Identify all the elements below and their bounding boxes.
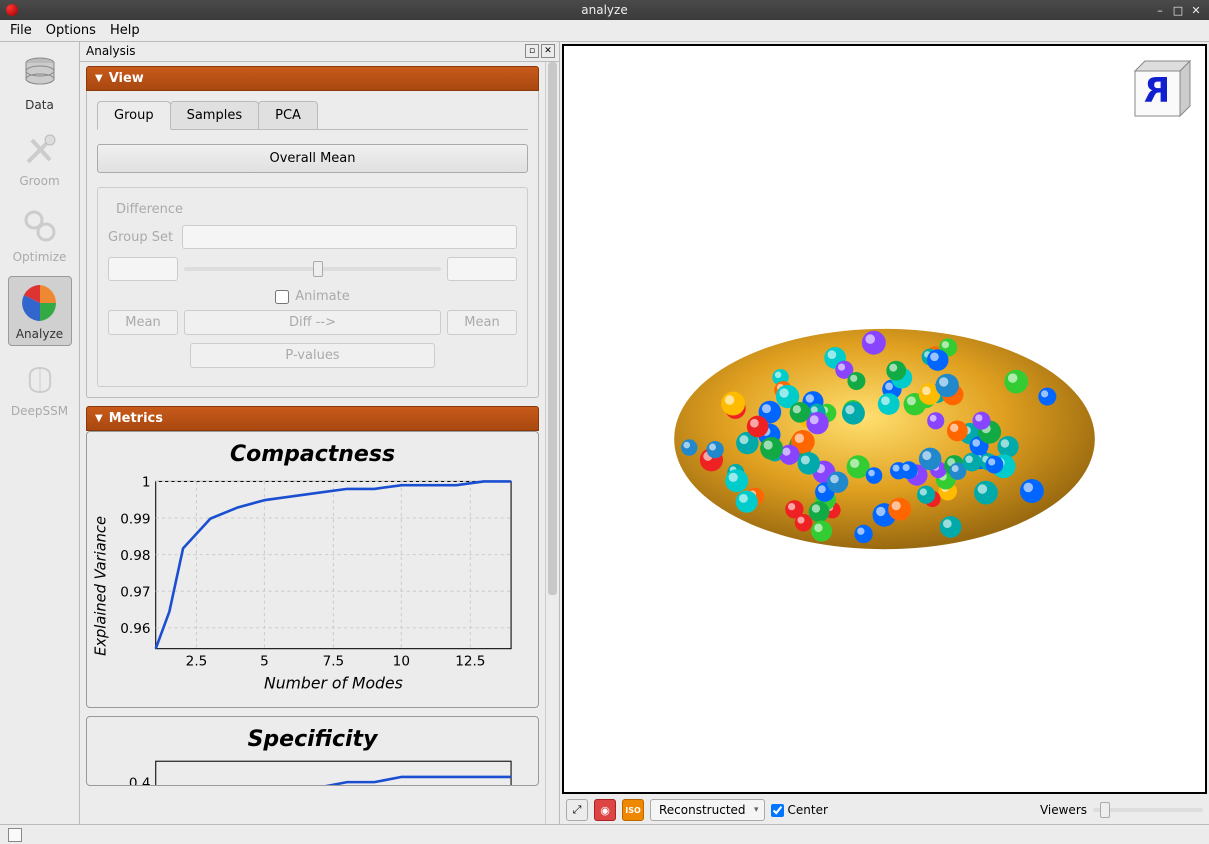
svg-text:0.99: 0.99 xyxy=(120,511,150,527)
chart-ylabel: Explained Variance xyxy=(93,516,110,656)
brain-icon xyxy=(16,358,64,402)
section-metrics-header[interactable]: ▼ Metrics xyxy=(86,406,539,431)
menu-options[interactable]: Options xyxy=(46,23,96,38)
tool-groom-label: Groom xyxy=(19,174,59,188)
menu-bar: File Options Help xyxy=(0,20,1209,42)
window-titlebar: analyze – □ ✕ xyxy=(0,0,1209,20)
svg-text:R: R xyxy=(1144,71,1170,111)
difference-legend: Difference xyxy=(112,202,187,217)
chart-specificity: Specificity 0.4 xyxy=(86,716,539,786)
tool-groom[interactable]: Groom xyxy=(8,124,72,192)
panel-title: Analysis xyxy=(86,44,135,58)
svg-text:7.5: 7.5 xyxy=(323,653,345,669)
chart-xlabel: Number of Modes xyxy=(264,673,403,692)
fit-view-button[interactable]: ⤢ xyxy=(566,799,588,821)
chart-specificity-plot: 0.4 xyxy=(93,756,532,786)
menu-file[interactable]: File xyxy=(10,23,32,38)
panel-scrollbar[interactable] xyxy=(545,62,559,824)
group-slider[interactable] xyxy=(184,257,441,281)
window-minimize-button[interactable]: – xyxy=(1153,3,1167,17)
chart-compactness: Compactness Explained Variance xyxy=(86,431,539,708)
viewers-slider[interactable] xyxy=(1093,798,1203,822)
mean-right-button[interactable]: Mean xyxy=(447,310,517,335)
viewport-3d[interactable]: R xyxy=(562,44,1207,794)
diff-button[interactable]: Diff --> xyxy=(184,310,441,335)
tab-samples[interactable]: Samples xyxy=(170,101,260,129)
svg-text:10: 10 xyxy=(393,653,410,669)
svg-text:12.5: 12.5 xyxy=(455,653,485,669)
status-bar xyxy=(0,824,1209,844)
center-label: Center xyxy=(788,803,828,817)
group-set-label: Group Set xyxy=(108,230,176,245)
gears-icon xyxy=(16,204,64,248)
svg-text:0.97: 0.97 xyxy=(120,584,150,600)
panel-close-button[interactable]: ✕ xyxy=(541,44,555,58)
status-icon xyxy=(8,828,22,842)
shape-mode-dropdown[interactable]: Reconstructed xyxy=(650,799,765,821)
panel-float-button[interactable]: ▫ xyxy=(525,44,539,58)
pvalues-button[interactable]: P-values xyxy=(190,343,435,368)
side-toolbar: Data Groom Optimize xyxy=(0,42,80,824)
tool-deepssm[interactable]: DeepSSM xyxy=(8,354,72,422)
tool-deepssm-label: DeepSSM xyxy=(11,404,68,418)
window-maximize-button[interactable]: □ xyxy=(1171,3,1185,17)
center-checkbox[interactable] xyxy=(771,804,784,817)
panel-header: Analysis ▫ ✕ xyxy=(80,42,559,62)
group-set-combo[interactable] xyxy=(182,225,517,249)
tab-pca[interactable]: PCA xyxy=(258,101,318,129)
pie-chart-icon xyxy=(16,281,64,325)
viewer-toolbar: ⤢ ◉ ISO Reconstructed Center Viewers xyxy=(560,796,1209,824)
svg-text:0.98: 0.98 xyxy=(120,548,150,564)
mean-left-button[interactable]: Mean xyxy=(108,310,178,335)
window-title: analyze xyxy=(581,3,627,17)
window-close-button[interactable]: ✕ xyxy=(1189,3,1203,17)
svg-text:0.96: 0.96 xyxy=(120,621,150,637)
tool-analyze-label: Analyze xyxy=(16,327,63,341)
tool-optimize-label: Optimize xyxy=(13,250,67,264)
tools-icon xyxy=(16,128,64,172)
section-metrics-title: Metrics xyxy=(109,411,163,426)
section-view-title: View xyxy=(109,71,144,86)
animate-label: Animate xyxy=(295,289,349,304)
svg-text:0.4: 0.4 xyxy=(129,775,151,786)
tool-data-label: Data xyxy=(25,98,54,112)
chart-compactness-title: Compactness xyxy=(93,442,532,467)
chevron-down-icon: ▼ xyxy=(95,73,103,84)
chart-specificity-title: Specificity xyxy=(93,727,532,752)
overall-mean-button[interactable]: Overall Mean xyxy=(97,144,528,173)
menu-help[interactable]: Help xyxy=(110,23,140,38)
rendered-mesh xyxy=(564,46,1205,792)
group-right-combo[interactable] xyxy=(447,257,517,281)
svg-text:2.5: 2.5 xyxy=(186,653,208,669)
viewers-label: Viewers xyxy=(1040,803,1087,817)
chevron-down-icon: ▼ xyxy=(95,413,103,424)
group-left-combo[interactable] xyxy=(108,257,178,281)
tool-analyze[interactable]: Analyze xyxy=(8,276,72,346)
app-icon xyxy=(6,4,18,16)
svg-text:1: 1 xyxy=(142,475,151,491)
animate-checkbox[interactable] xyxy=(275,290,289,304)
database-icon xyxy=(16,52,64,96)
orientation-cube[interactable]: R xyxy=(1125,56,1195,126)
section-view-header[interactable]: ▼ View xyxy=(86,66,539,91)
panel-body: ▼ View Group Samples PCA Overall Mean Di… xyxy=(80,62,545,824)
tool-optimize[interactable]: Optimize xyxy=(8,200,72,268)
iso-button[interactable]: ISO xyxy=(622,799,644,821)
chart-compactness-plot: Explained Variance xyxy=(93,471,532,701)
tool-data[interactable]: Data xyxy=(8,48,72,116)
tab-group[interactable]: Group xyxy=(97,101,171,130)
render-mode-button[interactable]: ◉ xyxy=(594,799,616,821)
svg-text:5: 5 xyxy=(260,653,269,669)
